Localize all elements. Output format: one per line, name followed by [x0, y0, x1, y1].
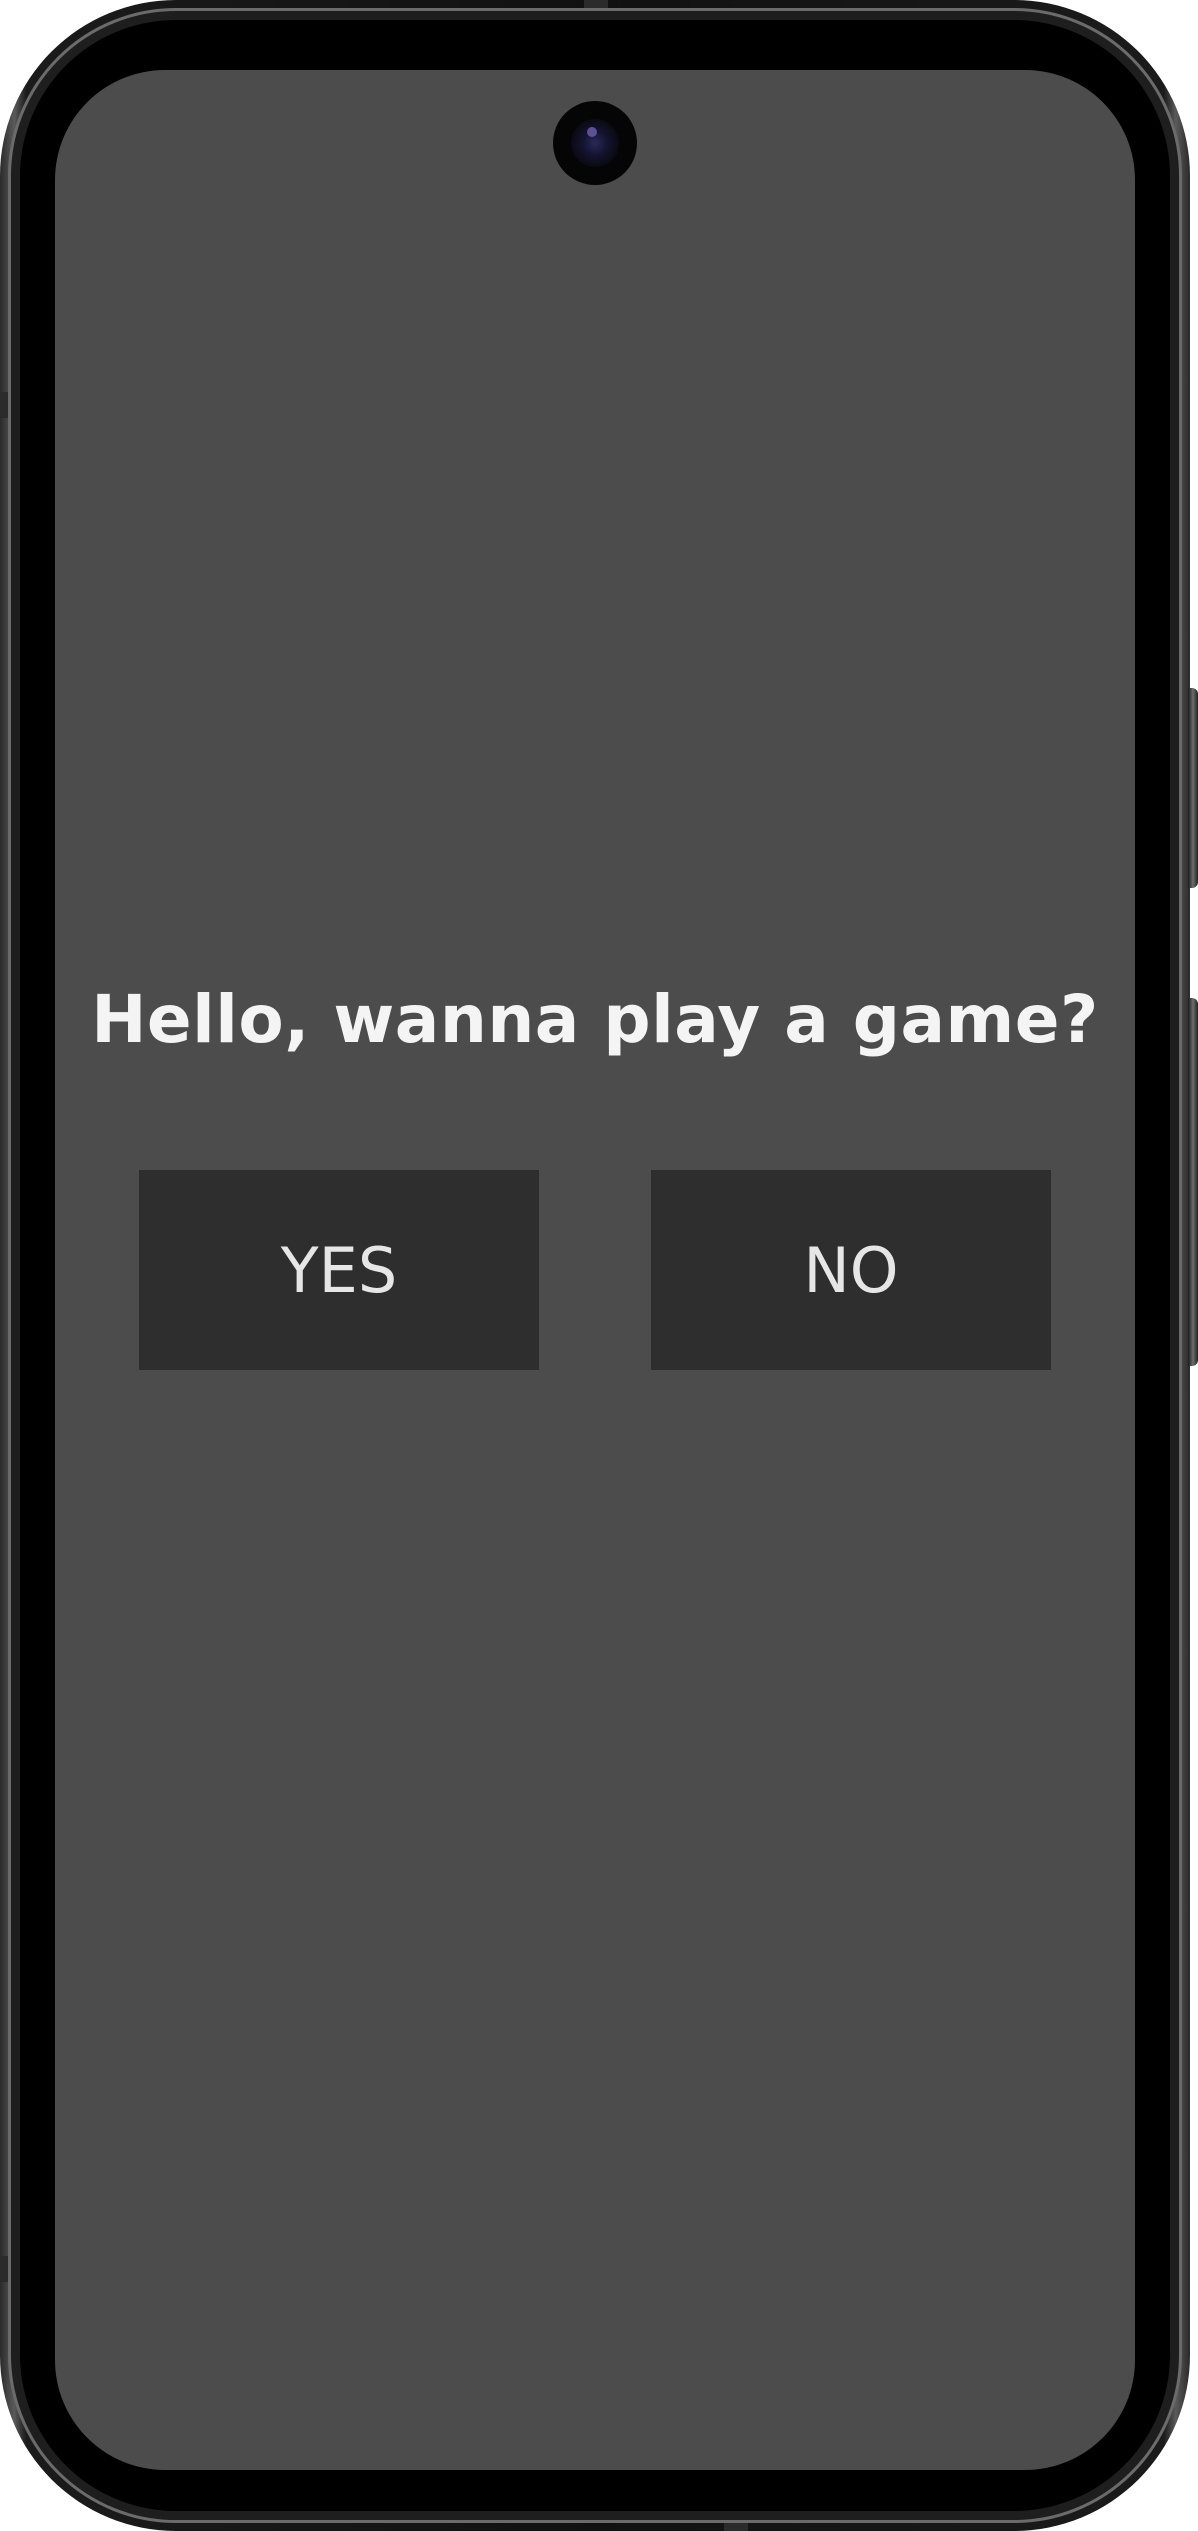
app-screen: Hello, wanna play a game? YES NO — [55, 70, 1135, 2470]
camera-lens — [571, 119, 619, 167]
camera-glint — [587, 127, 597, 137]
volume-button — [1188, 998, 1198, 1366]
phone-frame: Hello, wanna play a game? YES NO — [0, 0, 1190, 2531]
front-camera-icon — [553, 101, 637, 185]
no-button[interactable]: NO — [651, 1170, 1051, 1370]
yes-button[interactable]: YES — [139, 1170, 539, 1370]
power-button — [1188, 688, 1198, 888]
game-question: Hello, wanna play a game? — [91, 981, 1099, 1058]
